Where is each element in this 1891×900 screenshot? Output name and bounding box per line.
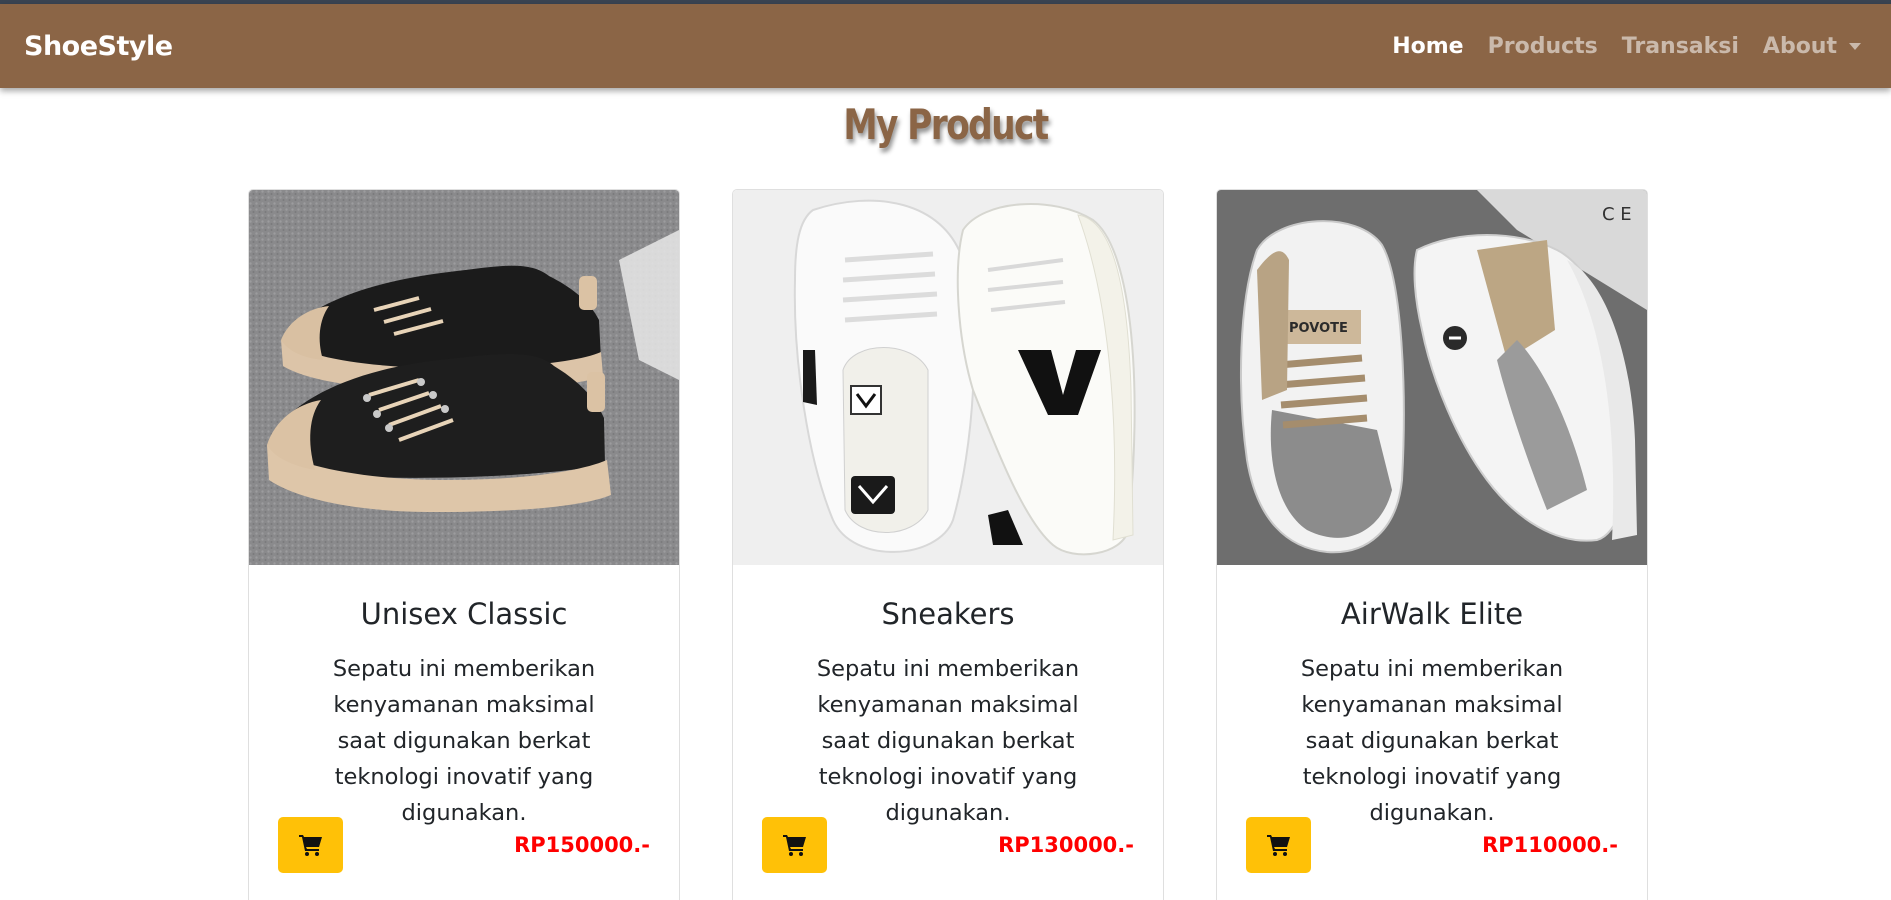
product-image: C E POVOTE	[1217, 190, 1647, 565]
nav-link-transaksi[interactable]: Transaksi	[1622, 34, 1739, 59]
background-lettering: C E	[1602, 204, 1632, 225]
product-title: AirWalk Elite	[1340, 597, 1524, 631]
card-body: Unisex Classic Sepatu ini memberikan ken…	[249, 597, 679, 831]
brand-logo[interactable]: ShoeStyle	[24, 31, 173, 62]
card-footer: RP150000.-	[278, 817, 650, 873]
nav-link-about-label: About	[1762, 33, 1837, 59]
shopping-cart-icon	[1266, 835, 1290, 856]
card-footer: RP110000.-	[1246, 817, 1618, 873]
product-price: RP110000.-	[1482, 833, 1618, 857]
product-description: Sepatu ini memberikan kenyamanan maksima…	[816, 656, 1080, 826]
nav-dropdown-about[interactable]: About	[1763, 34, 1861, 59]
nav-link-products[interactable]: Products	[1488, 34, 1598, 59]
add-to-cart-button[interactable]	[1246, 817, 1311, 873]
page-title: My Product	[843, 100, 1049, 149]
product-price: RP150000.-	[514, 833, 650, 857]
card-body: AirWalk Elite Sepatu ini memberikan keny…	[1217, 597, 1647, 831]
add-to-cart-button[interactable]	[762, 817, 827, 873]
product-description: Sepatu ini memberikan kenyamanan maksima…	[332, 656, 596, 826]
product-price: RP130000.-	[998, 833, 1134, 857]
card-footer: RP130000.-	[762, 817, 1134, 873]
shopping-cart-icon	[298, 835, 322, 856]
product-image	[249, 190, 679, 565]
product-title: Unisex Classic	[360, 597, 568, 631]
caret-down-icon	[1849, 42, 1861, 50]
card-body: Sneakers Sepatu ini memberikan kenyamana…	[733, 597, 1163, 831]
product-title: Sneakers	[881, 597, 1015, 631]
product-card-airwalk-elite: C E POVOTE AirWalk Elite Sepatu ini memb…	[1216, 189, 1648, 900]
product-description: Sepatu ini memberikan kenyamanan maksima…	[1300, 656, 1564, 826]
product-card-sneakers: Sneakers Sepatu ini memberikan kenyamana…	[732, 189, 1164, 900]
nav-link-home[interactable]: Home	[1392, 34, 1463, 59]
navbar: ShoeStyle Home Products Transaksi About	[0, 4, 1891, 88]
product-card-unisex-classic: Unisex Classic Sepatu ini memberikan ken…	[248, 189, 680, 900]
shopping-cart-icon	[782, 835, 806, 856]
add-to-cart-button[interactable]	[278, 817, 343, 873]
shoe-tongue-label: POVOTE	[1289, 321, 1348, 336]
product-image	[733, 190, 1163, 565]
nav-links: Home Products Transaksi About	[1392, 34, 1861, 59]
